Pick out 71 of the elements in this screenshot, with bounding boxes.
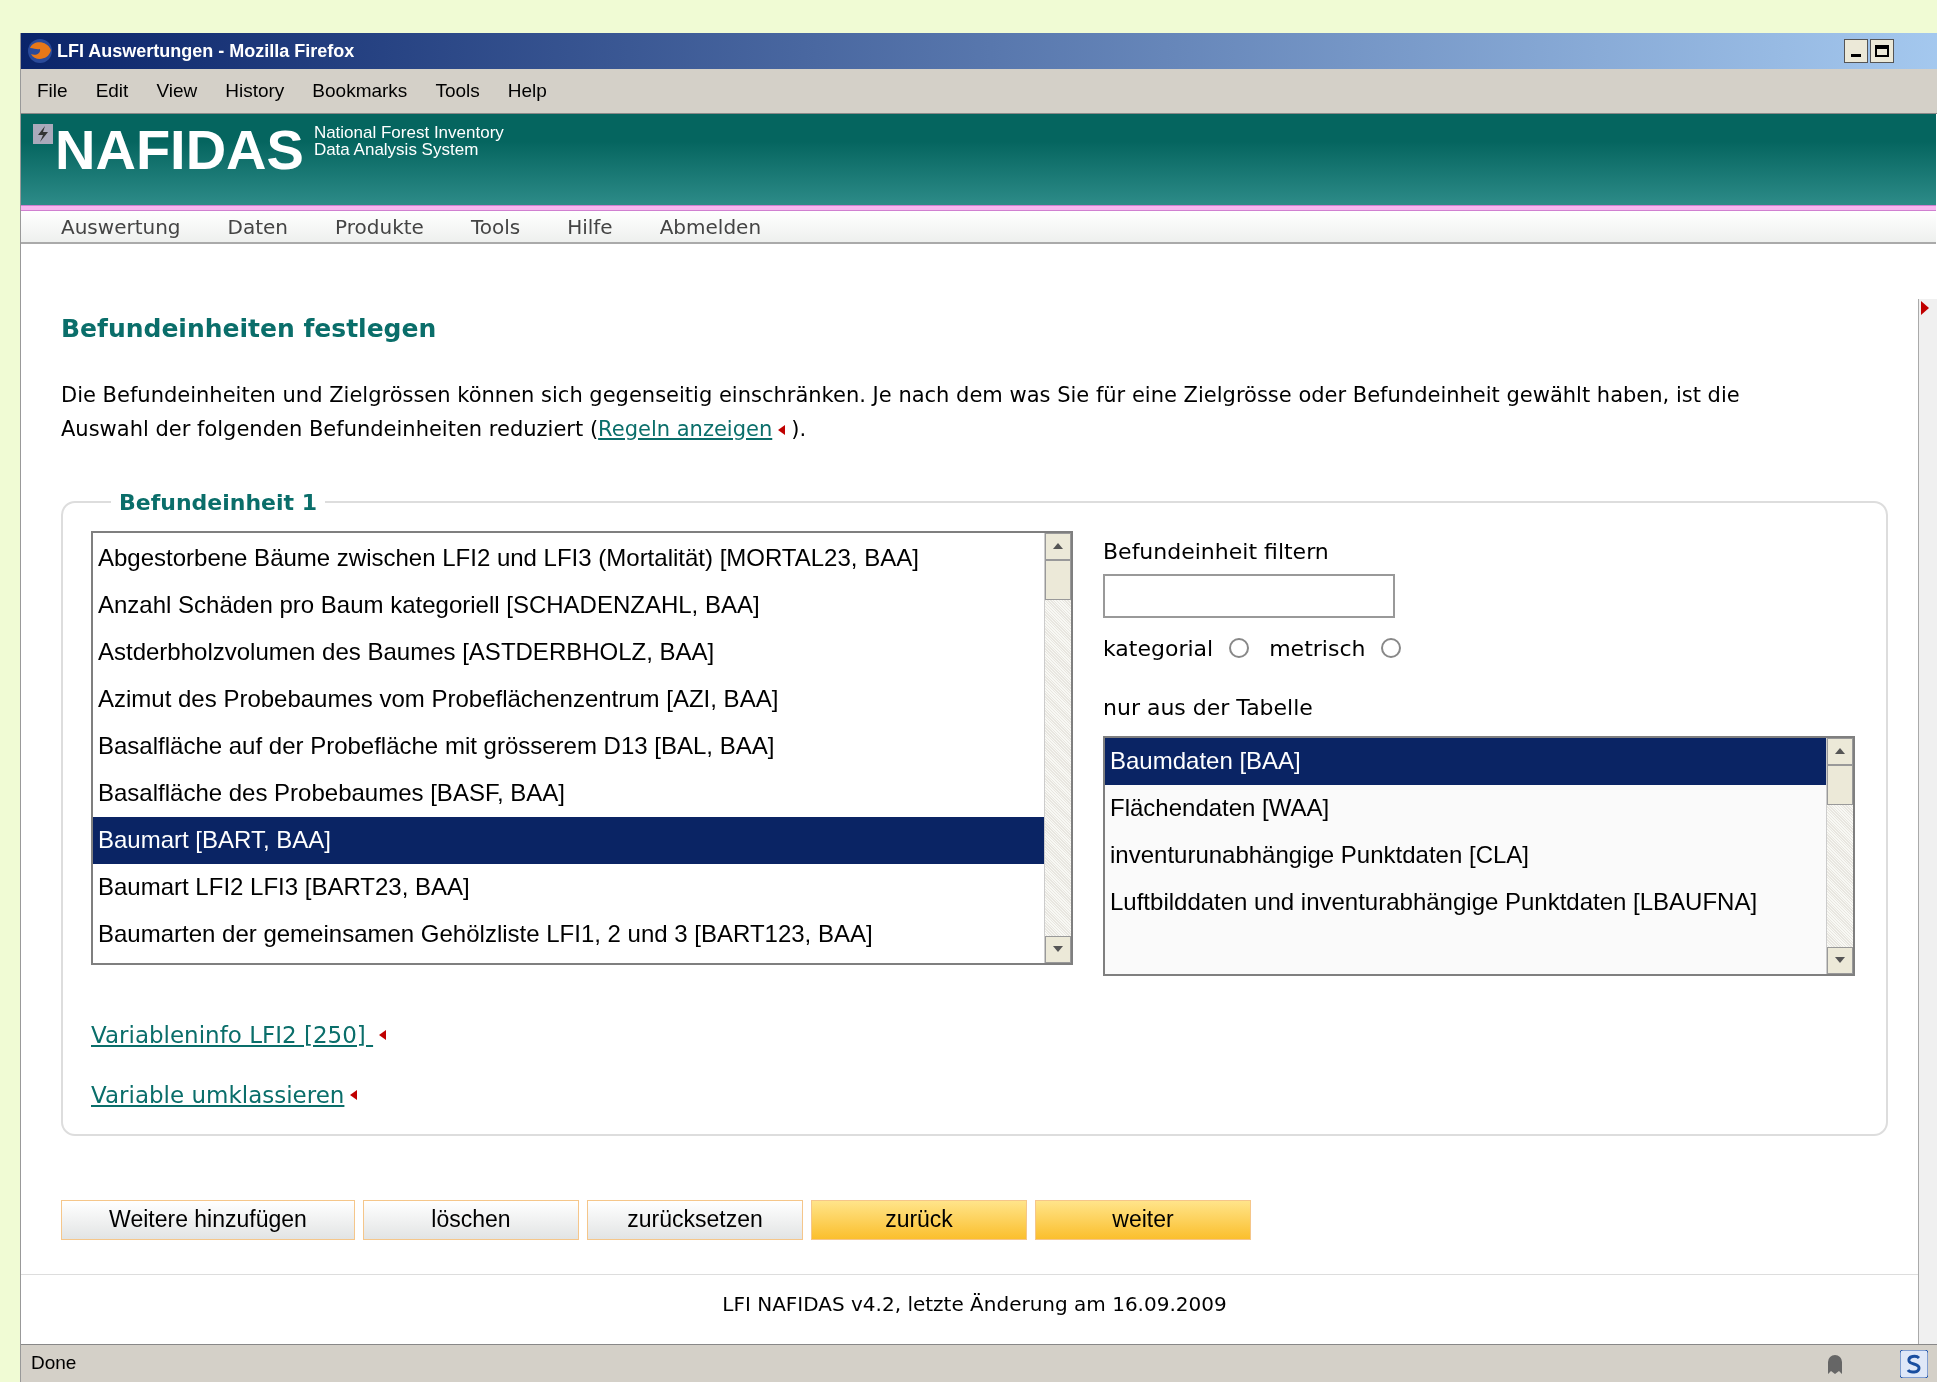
menu-item[interactable]: File	[37, 76, 68, 106]
menu-item[interactable]: Bookmarks	[312, 76, 408, 106]
menu-item[interactable]: View	[156, 76, 198, 106]
status-text: Done	[31, 1351, 77, 1376]
nav-item[interactable]: Produkte	[335, 211, 424, 242]
window-title: LFI Auswertungen - Mozilla Firefox	[57, 39, 355, 63]
maximize-button[interactable]	[1870, 39, 1894, 63]
list-option[interactable]: Flächendaten [WAA]	[1105, 784, 1826, 832]
scroll-up-icon	[1835, 748, 1845, 754]
arrow-icon	[379, 1029, 387, 1040]
form-button[interactable]: löschen	[363, 1199, 579, 1240]
arrow-icon	[350, 1090, 358, 1101]
list-option[interactable]: Baumart [BART, BAA]	[93, 816, 1044, 864]
unit-list[interactable]	[91, 530, 1073, 965]
scroll-down-icon	[1053, 946, 1063, 952]
scroll-thumb[interactable]	[1827, 764, 1853, 805]
menu-item[interactable]: Edit	[95, 76, 129, 106]
table-list[interactable]: Baumdaten [BAA] Flächendaten [WAA] inventurunabhängige Punktdaten [CLA] Luftbilddaten und inventurabhängige Punktdaten [LBAUFNA]	[1103, 735, 1855, 976]
logo-icon	[33, 124, 53, 144]
arrow-icon	[778, 424, 786, 435]
subtitle: National Forest Inventory	[313, 124, 504, 141]
minimize-button[interactable]	[1844, 39, 1868, 63]
scroll-thumb[interactable]	[1045, 559, 1071, 600]
scrollbar[interactable]	[1044, 532, 1071, 963]
form-button[interactable]: Weitere hinzufügen	[61, 1199, 355, 1240]
page-scrollbar[interactable]	[1918, 299, 1937, 1344]
link[interactable]: Variable umklassieren	[91, 1078, 345, 1113]
menu-item[interactable]: Tools	[435, 76, 480, 106]
list-option[interactable]: Anzahl Schäden pro Baum kategoriell [SCHADENZAHL, BAA]	[93, 581, 1044, 629]
arrow-icon	[1921, 301, 1929, 315]
intro-paragraph: Die Befundeinheiten und Zielgrössen können sich gegenseitig einschränken. Je nach dem was Sie für eine Zielgrösse oder Befundeinheit gewählt haben, ist die Auswahl der folgenden Befundeinheiten reduziert (Regeln anzeigen ).	[61, 381, 1741, 443]
ghost-icon	[1826, 1353, 1844, 1374]
list-option[interactable]: Baumarten der gemeinsamen Gehölzliste LFI1, 2 und 3 [BART123, BAA]	[93, 910, 1044, 958]
form-button[interactable]: zurücksetzen	[587, 1199, 803, 1240]
filter-label: Befundeinheit filtern	[1103, 537, 1330, 566]
radio-label: metrisch	[1269, 634, 1366, 663]
list-option[interactable]: Baumdaten [BAA]	[1105, 737, 1826, 785]
s-badge-icon	[1900, 1349, 1928, 1378]
filter-field[interactable]	[1103, 573, 1395, 618]
scroll-down-icon	[1835, 957, 1845, 963]
radio-button[interactable]	[1229, 638, 1250, 658]
scrollbar[interactable]	[1826, 737, 1853, 974]
list-option[interactable]: Luftbilddaten und inventurabhängige Punktdaten [LBAUFNA]	[1105, 878, 1826, 926]
nav-item[interactable]: Daten	[227, 211, 289, 242]
nav-item[interactable]: Abmelden	[659, 211, 762, 242]
list-option[interactable]: Baumart LFI2 LFI3 [BART23, BAA]	[93, 863, 1044, 911]
table-label: nur aus der Tabelle	[1103, 693, 1314, 722]
subtitle: Data Analysis System	[313, 141, 479, 158]
form-button[interactable]: zurück	[811, 1199, 1027, 1240]
fieldset-legend: Befundeinheit 1	[111, 485, 326, 519]
list-option[interactable]: inventurunabhängige Punktdaten [CLA]	[1105, 831, 1826, 879]
list-option[interactable]: Azimut des Probebaumes vom Probeflächenzentrum [AZI, BAA]	[93, 675, 1044, 723]
scroll-up-icon	[1053, 543, 1063, 549]
list-option[interactable]: Basalfläche des Probebaumes [BASF, BAA]	[93, 769, 1044, 817]
nav-item[interactable]: Tools	[470, 211, 521, 242]
footer-text: LFI NAFIDAS v4.2, letzte Änderung am 16.09.2009	[722, 1290, 1227, 1318]
nav-item[interactable]: Auswertung	[61, 211, 181, 242]
radio-label: kategorial	[1103, 634, 1214, 663]
logo-text: NAFIDAS	[55, 120, 304, 180]
list-option[interactable]: Astderbholzvolumen des Baumes [ASTDERBHOLZ, BAA]	[93, 628, 1044, 676]
list-option[interactable]: Abgestorbene Bäume zwischen LFI2 und LFI3 (Mortalität) [MORTAL23, BAA]	[93, 534, 1044, 582]
rules-link[interactable]: Regeln anzeigen	[598, 416, 773, 441]
form-button[interactable]: weiter	[1035, 1199, 1251, 1240]
firefox-icon	[27, 38, 53, 64]
menu-item[interactable]: History	[225, 76, 285, 106]
radio-button[interactable]	[1381, 638, 1402, 658]
menu-item[interactable]: Help	[507, 76, 547, 106]
link[interactable]: Variableninfo LFI2 [250]	[91, 1017, 374, 1052]
nav-item[interactable]: Hilfe	[567, 211, 613, 242]
page-heading: Befundeinheiten festlegen	[61, 313, 438, 345]
list-option[interactable]: Basalfläche auf der Probefläche mit grösserem D13 [BAL, BAA]	[93, 722, 1044, 770]
